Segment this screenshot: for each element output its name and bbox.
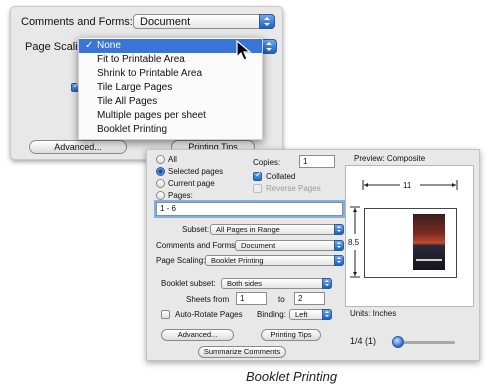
popup-arrows-icon — [334, 240, 344, 251]
menu-item-multiple-pages[interactable]: Multiple pages per sheet — [79, 109, 262, 123]
subset-value: All Pages in Range — [216, 225, 280, 234]
copies-label: Copies: — [253, 158, 281, 167]
preview-area: 11 8.5 — [345, 165, 474, 307]
radio-selected-pages[interactable] — [156, 167, 165, 176]
sheets-from-input[interactable]: 1 — [236, 292, 267, 305]
sheets-from-label: Sheets from — [186, 295, 230, 304]
auto-rotate-checkbox[interactable] — [161, 310, 170, 319]
checkmark-icon: ✓ — [85, 40, 94, 51]
advanced-button[interactable]: Advanced... — [29, 140, 127, 154]
advanced-button[interactable]: Advanced... — [161, 329, 234, 341]
preview-slider-thumb[interactable] — [392, 336, 404, 348]
thumbnail-text-line — [416, 259, 442, 261]
radio-current-page[interactable] — [156, 179, 165, 188]
reverse-pages-label: Reverse Pages — [266, 184, 321, 193]
collated-checkbox[interactable] — [253, 170, 262, 181]
radio-pages[interactable] — [156, 191, 165, 200]
figure-caption: Booklet Printing — [246, 369, 338, 384]
page-counter: 1/4 (1) — [350, 336, 377, 346]
radio-all-label: All — [168, 155, 177, 164]
menu-item-fit-printable[interactable]: Fit to Printable Area — [79, 53, 262, 67]
popup-arrows-icon — [259, 14, 275, 29]
summarize-comments-button[interactable]: Summarize Comments — [198, 346, 286, 358]
copies-input[interactable]: 1 — [299, 155, 335, 168]
popup-arrows-icon — [261, 39, 277, 54]
popup-arrows-icon — [334, 255, 344, 266]
menu-item-tile-large[interactable]: Tile Large Pages — [79, 81, 262, 95]
comments-forms-value: Document — [140, 16, 191, 28]
booklet-subset-label: Booklet subset: — [161, 279, 216, 288]
preview-slider-track[interactable] — [397, 341, 455, 344]
preview-thumbnail-image — [413, 214, 445, 270]
radio-selected-pages-label: Selected pages — [168, 167, 224, 176]
height-label: 8.5 — [348, 238, 360, 247]
menu-item-none[interactable]: ✓ None — [79, 39, 262, 53]
printing-tips-button[interactable]: Printing Tips — [261, 329, 321, 341]
sheets-to-label: to — [278, 295, 285, 304]
subset-popup[interactable]: All Pages in Range — [210, 224, 344, 235]
menu-item-tile-all[interactable]: Tile All Pages — [79, 95, 262, 109]
width-label: 11 — [403, 181, 412, 190]
popup-arrows-icon — [334, 224, 344, 235]
comments-forms-value: Document — [241, 241, 276, 250]
radio-pages-label: Pages: — [168, 191, 193, 200]
print-dialog: All Selected pages Current page Pages: 1… — [146, 149, 480, 361]
page-scaling-popup[interactable]: Booklet Printing — [205, 255, 344, 266]
sheets-to-input[interactable]: 2 — [294, 292, 325, 305]
auto-rotate-label: Auto-Rotate Pages — [175, 310, 243, 319]
binding-value: Left — [295, 310, 308, 319]
collated-label: Collated — [266, 172, 296, 181]
reverse-pages-checkbox[interactable] — [253, 184, 262, 193]
popup-arrows-icon — [322, 278, 332, 289]
comments-forms-popup[interactable]: Document — [235, 240, 344, 251]
pages-range-input[interactable]: 1 - 6 — [156, 202, 343, 216]
menu-item-booklet-printing[interactable]: Booklet Printing — [79, 123, 262, 137]
mouse-cursor-icon — [236, 40, 252, 61]
preview-sheet — [364, 208, 457, 278]
booklet-subset-value: Both sides — [227, 279, 263, 288]
radio-current-page-label: Current page — [168, 179, 215, 188]
popup-arrows-icon — [322, 309, 332, 320]
menu-item-shrink-printable[interactable]: Shrink to Printable Area — [79, 67, 262, 81]
units-label: Units: Inches — [350, 309, 397, 318]
booklet-subset-popup[interactable]: Both sides — [221, 278, 332, 289]
radio-all[interactable] — [156, 155, 165, 164]
preview-title: Preview: Composite — [354, 154, 426, 163]
page-scaling-label: Page Scaling: — [156, 256, 206, 265]
subset-label: Subset: — [182, 225, 210, 234]
page-scaling-popup[interactable] — [261, 39, 277, 54]
page-scaling-value: Booklet Printing — [211, 256, 264, 265]
comments-forms-label: Comments and Forms: — [21, 16, 133, 28]
binding-label: Binding: — [257, 310, 286, 319]
binding-popup[interactable]: Left — [289, 309, 332, 320]
comments-forms-label: Comments and Forms: — [156, 241, 238, 250]
comments-forms-popup[interactable]: Document — [133, 14, 275, 29]
